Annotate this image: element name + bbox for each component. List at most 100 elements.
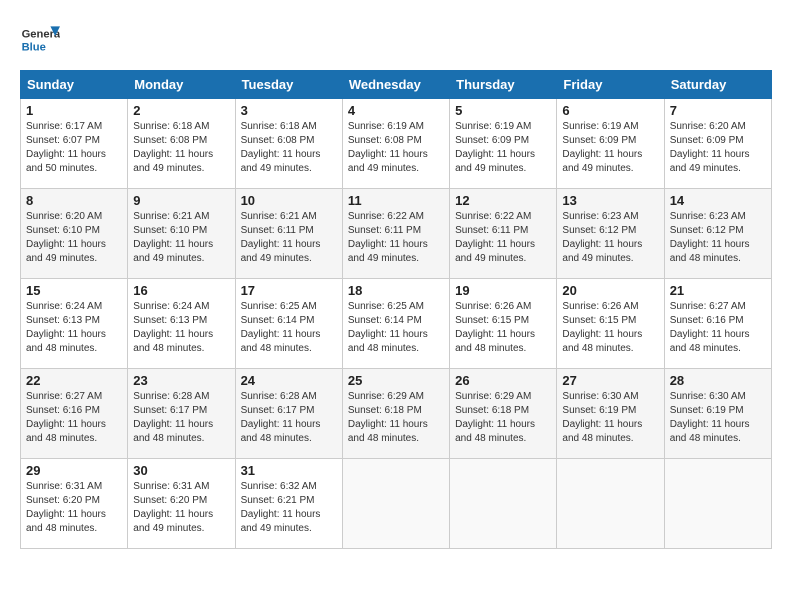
calendar-week-row: 8 Sunrise: 6:20 AMSunset: 6:10 PMDayligh… bbox=[21, 189, 772, 279]
day-info: Sunrise: 6:18 AMSunset: 6:08 PMDaylight:… bbox=[133, 120, 229, 176]
calendar-day-cell: 20 Sunrise: 6:26 AMSunset: 6:15 PMDaylig… bbox=[557, 279, 664, 369]
day-info: Sunrise: 6:19 AMSunset: 6:08 PMDaylight:… bbox=[348, 120, 444, 176]
calendar-day-cell: 31 Sunrise: 6:32 AMSunset: 6:21 PMDaylig… bbox=[235, 459, 342, 549]
day-number: 12 bbox=[455, 193, 551, 208]
day-info: Sunrise: 6:28 AMSunset: 6:17 PMDaylight:… bbox=[133, 390, 229, 446]
calendar-day-cell: 2 Sunrise: 6:18 AMSunset: 6:08 PMDayligh… bbox=[128, 99, 235, 189]
calendar-day-cell: 21 Sunrise: 6:27 AMSunset: 6:16 PMDaylig… bbox=[664, 279, 771, 369]
calendar-day-cell: 27 Sunrise: 6:30 AMSunset: 6:19 PMDaylig… bbox=[557, 369, 664, 459]
day-info: Sunrise: 6:24 AMSunset: 6:13 PMDaylight:… bbox=[26, 300, 122, 356]
day-number: 3 bbox=[241, 103, 337, 118]
day-info: Sunrise: 6:30 AMSunset: 6:19 PMDaylight:… bbox=[562, 390, 658, 446]
day-number: 2 bbox=[133, 103, 229, 118]
day-number: 24 bbox=[241, 373, 337, 388]
day-number: 26 bbox=[455, 373, 551, 388]
calendar-table: SundayMondayTuesdayWednesdayThursdayFrid… bbox=[20, 70, 772, 549]
calendar-day-cell: 1 Sunrise: 6:17 AMSunset: 6:07 PMDayligh… bbox=[21, 99, 128, 189]
day-number: 8 bbox=[26, 193, 122, 208]
day-info: Sunrise: 6:23 AMSunset: 6:12 PMDaylight:… bbox=[562, 210, 658, 266]
day-number: 17 bbox=[241, 283, 337, 298]
day-info: Sunrise: 6:25 AMSunset: 6:14 PMDaylight:… bbox=[348, 300, 444, 356]
weekday-label: Sunday bbox=[21, 71, 128, 99]
calendar-day-cell: 16 Sunrise: 6:24 AMSunset: 6:13 PMDaylig… bbox=[128, 279, 235, 369]
day-number: 4 bbox=[348, 103, 444, 118]
day-info: Sunrise: 6:30 AMSunset: 6:19 PMDaylight:… bbox=[670, 390, 766, 446]
calendar-day-cell: 9 Sunrise: 6:21 AMSunset: 6:10 PMDayligh… bbox=[128, 189, 235, 279]
calendar-day-cell: 7 Sunrise: 6:20 AMSunset: 6:09 PMDayligh… bbox=[664, 99, 771, 189]
day-info: Sunrise: 6:17 AMSunset: 6:07 PMDaylight:… bbox=[26, 120, 122, 176]
day-info: Sunrise: 6:21 AMSunset: 6:11 PMDaylight:… bbox=[241, 210, 337, 266]
day-info: Sunrise: 6:19 AMSunset: 6:09 PMDaylight:… bbox=[455, 120, 551, 176]
calendar-day-cell: 26 Sunrise: 6:29 AMSunset: 6:18 PMDaylig… bbox=[450, 369, 557, 459]
page-header: General Blue bbox=[20, 20, 772, 60]
day-number: 30 bbox=[133, 463, 229, 478]
calendar-week-row: 29 Sunrise: 6:31 AMSunset: 6:20 PMDaylig… bbox=[21, 459, 772, 549]
calendar-body: 1 Sunrise: 6:17 AMSunset: 6:07 PMDayligh… bbox=[21, 99, 772, 549]
day-info: Sunrise: 6:28 AMSunset: 6:17 PMDaylight:… bbox=[241, 390, 337, 446]
calendar-day-cell bbox=[664, 459, 771, 549]
day-number: 6 bbox=[562, 103, 658, 118]
day-number: 13 bbox=[562, 193, 658, 208]
day-info: Sunrise: 6:31 AMSunset: 6:20 PMDaylight:… bbox=[133, 480, 229, 536]
weekday-label: Saturday bbox=[664, 71, 771, 99]
day-info: Sunrise: 6:26 AMSunset: 6:15 PMDaylight:… bbox=[455, 300, 551, 356]
calendar-week-row: 1 Sunrise: 6:17 AMSunset: 6:07 PMDayligh… bbox=[21, 99, 772, 189]
day-number: 25 bbox=[348, 373, 444, 388]
day-number: 1 bbox=[26, 103, 122, 118]
day-number: 16 bbox=[133, 283, 229, 298]
day-info: Sunrise: 6:22 AMSunset: 6:11 PMDaylight:… bbox=[455, 210, 551, 266]
calendar-day-cell: 24 Sunrise: 6:28 AMSunset: 6:17 PMDaylig… bbox=[235, 369, 342, 459]
calendar-day-cell: 5 Sunrise: 6:19 AMSunset: 6:09 PMDayligh… bbox=[450, 99, 557, 189]
calendar-day-cell: 19 Sunrise: 6:26 AMSunset: 6:15 PMDaylig… bbox=[450, 279, 557, 369]
calendar-day-cell: 12 Sunrise: 6:22 AMSunset: 6:11 PMDaylig… bbox=[450, 189, 557, 279]
calendar-day-cell: 22 Sunrise: 6:27 AMSunset: 6:16 PMDaylig… bbox=[21, 369, 128, 459]
day-info: Sunrise: 6:18 AMSunset: 6:08 PMDaylight:… bbox=[241, 120, 337, 176]
day-info: Sunrise: 6:27 AMSunset: 6:16 PMDaylight:… bbox=[670, 300, 766, 356]
calendar-day-cell bbox=[557, 459, 664, 549]
day-number: 29 bbox=[26, 463, 122, 478]
day-info: Sunrise: 6:29 AMSunset: 6:18 PMDaylight:… bbox=[455, 390, 551, 446]
day-info: Sunrise: 6:23 AMSunset: 6:12 PMDaylight:… bbox=[670, 210, 766, 266]
day-number: 18 bbox=[348, 283, 444, 298]
day-number: 10 bbox=[241, 193, 337, 208]
weekday-label: Friday bbox=[557, 71, 664, 99]
weekday-label: Tuesday bbox=[235, 71, 342, 99]
day-info: Sunrise: 6:29 AMSunset: 6:18 PMDaylight:… bbox=[348, 390, 444, 446]
day-info: Sunrise: 6:25 AMSunset: 6:14 PMDaylight:… bbox=[241, 300, 337, 356]
day-number: 19 bbox=[455, 283, 551, 298]
day-info: Sunrise: 6:20 AMSunset: 6:09 PMDaylight:… bbox=[670, 120, 766, 176]
svg-text:Blue: Blue bbox=[22, 41, 46, 53]
day-number: 9 bbox=[133, 193, 229, 208]
calendar-week-row: 15 Sunrise: 6:24 AMSunset: 6:13 PMDaylig… bbox=[21, 279, 772, 369]
day-number: 7 bbox=[670, 103, 766, 118]
weekday-label: Wednesday bbox=[342, 71, 449, 99]
calendar-day-cell bbox=[342, 459, 449, 549]
day-info: Sunrise: 6:32 AMSunset: 6:21 PMDaylight:… bbox=[241, 480, 337, 536]
day-number: 22 bbox=[26, 373, 122, 388]
calendar-day-cell: 13 Sunrise: 6:23 AMSunset: 6:12 PMDaylig… bbox=[557, 189, 664, 279]
calendar-day-cell: 25 Sunrise: 6:29 AMSunset: 6:18 PMDaylig… bbox=[342, 369, 449, 459]
calendar-day-cell: 29 Sunrise: 6:31 AMSunset: 6:20 PMDaylig… bbox=[21, 459, 128, 549]
day-info: Sunrise: 6:21 AMSunset: 6:10 PMDaylight:… bbox=[133, 210, 229, 266]
day-number: 31 bbox=[241, 463, 337, 478]
calendar-day-cell bbox=[450, 459, 557, 549]
day-number: 27 bbox=[562, 373, 658, 388]
logo-icon: General Blue bbox=[20, 20, 60, 60]
weekday-label: Monday bbox=[128, 71, 235, 99]
calendar-week-row: 22 Sunrise: 6:27 AMSunset: 6:16 PMDaylig… bbox=[21, 369, 772, 459]
calendar-day-cell: 17 Sunrise: 6:25 AMSunset: 6:14 PMDaylig… bbox=[235, 279, 342, 369]
calendar-day-cell: 28 Sunrise: 6:30 AMSunset: 6:19 PMDaylig… bbox=[664, 369, 771, 459]
logo: General Blue bbox=[20, 20, 60, 60]
day-number: 28 bbox=[670, 373, 766, 388]
day-number: 14 bbox=[670, 193, 766, 208]
calendar-day-cell: 30 Sunrise: 6:31 AMSunset: 6:20 PMDaylig… bbox=[128, 459, 235, 549]
day-number: 20 bbox=[562, 283, 658, 298]
day-info: Sunrise: 6:20 AMSunset: 6:10 PMDaylight:… bbox=[26, 210, 122, 266]
day-number: 11 bbox=[348, 193, 444, 208]
calendar-day-cell: 11 Sunrise: 6:22 AMSunset: 6:11 PMDaylig… bbox=[342, 189, 449, 279]
weekday-header-row: SundayMondayTuesdayWednesdayThursdayFrid… bbox=[21, 71, 772, 99]
calendar-day-cell: 10 Sunrise: 6:21 AMSunset: 6:11 PMDaylig… bbox=[235, 189, 342, 279]
day-number: 23 bbox=[133, 373, 229, 388]
calendar-day-cell: 4 Sunrise: 6:19 AMSunset: 6:08 PMDayligh… bbox=[342, 99, 449, 189]
day-info: Sunrise: 6:27 AMSunset: 6:16 PMDaylight:… bbox=[26, 390, 122, 446]
